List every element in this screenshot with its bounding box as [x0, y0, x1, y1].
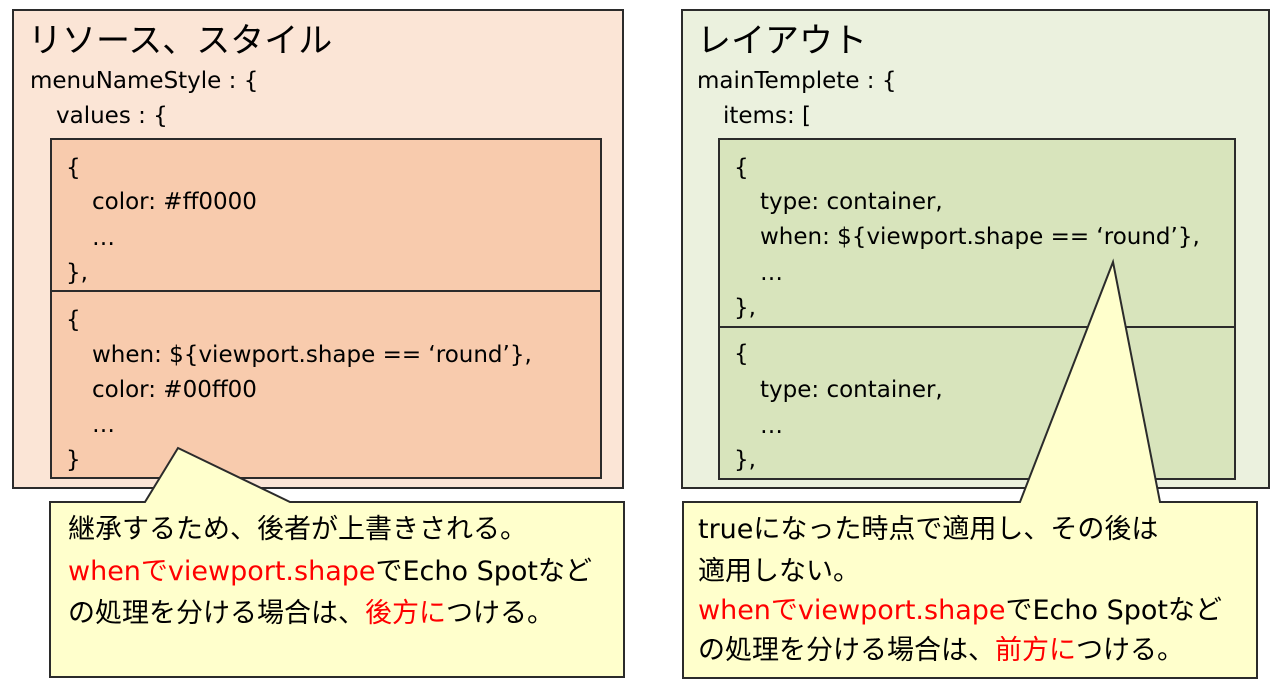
right-callout-text-5: つける。 — [1076, 635, 1184, 666]
right-callout-line-4: の処理を分ける場合は、前方につける。 — [698, 631, 1184, 671]
right-callout-text-3: でEcho Spotなど — [1005, 595, 1223, 626]
left-callout-highlight-1: whenでviewport.shape — [68, 556, 376, 587]
left-callout-line-2: whenでviewport.shapeでEcho Spotなど — [68, 552, 592, 592]
right-callout-text-1: trueになった時点で適用し、その後は — [698, 514, 1159, 545]
left-callout-text-1: 継承するため、後者が上書きされる。 — [68, 514, 527, 545]
right-callout-highlight-2: 前方に — [995, 635, 1076, 666]
right-callout-line-3: whenでviewport.shapeでEcho Spotなど — [698, 591, 1222, 631]
right-callout-text-2: 適用しない。 — [698, 556, 860, 587]
left-callout-highlight-2: 後方に — [365, 598, 446, 629]
right-callout-highlight-1: whenでviewport.shape — [698, 595, 1006, 626]
left-callout-line-3: の処理を分ける場合は、後方につける。 — [68, 594, 554, 634]
left-callout-text-3: の処理を分ける場合は、 — [68, 598, 365, 629]
right-callout-line-1: trueになった時点で適用し、その後は — [698, 510, 1158, 550]
left-callout-text-4: つける。 — [446, 598, 554, 629]
left-callout-text-2: でEcho Spotなど — [375, 556, 593, 587]
right-callout-text-4: の処理を分ける場合は、 — [698, 635, 995, 666]
right-callout-line-2: 適用しない。 — [698, 552, 860, 592]
left-callout-line-1: 継承するため、後者が上書きされる。 — [68, 510, 527, 550]
